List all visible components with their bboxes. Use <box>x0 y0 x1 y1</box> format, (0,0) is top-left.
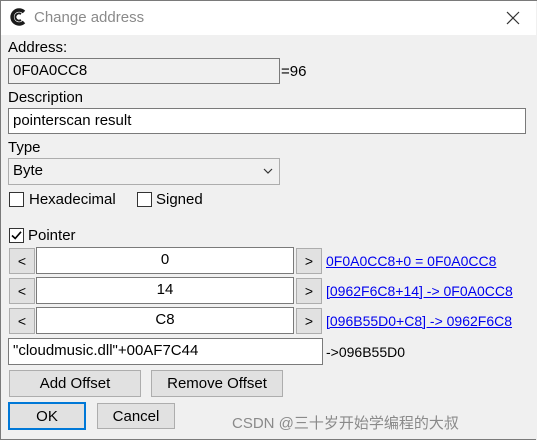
checkmark-icon <box>11 231 22 240</box>
offset-result-link[interactable]: [0962F6C8+14] -> 0F0A0CC8 <box>326 283 513 299</box>
cheat-engine-icon <box>10 8 26 26</box>
close-icon <box>506 11 520 25</box>
offset-decrement-button[interactable]: < <box>9 248 35 274</box>
address-result: =96 <box>281 63 307 80</box>
cancel-button[interactable]: Cancel <box>97 403 175 429</box>
csdn-watermark: CSDN @三十岁开始学编程的大叔 <box>232 415 459 432</box>
offset-input[interactable]: C8 <box>36 307 294 334</box>
base-address-result: ->096B55D0 <box>326 344 406 360</box>
signed-checkbox[interactable] <box>137 192 152 207</box>
pointer-label: Pointer <box>28 227 76 244</box>
signed-label: Signed <box>156 191 203 208</box>
hexadecimal-checkbox[interactable] <box>9 192 24 207</box>
remove-offset-button[interactable]: Remove Offset <box>151 370 283 397</box>
add-offset-button[interactable]: Add Offset <box>9 370 141 397</box>
offset-input[interactable]: 0 <box>36 247 294 274</box>
offset-result-link[interactable]: 0F0A0CC8+0 = 0F0A0CC8 <box>326 253 496 269</box>
offset-result-link[interactable]: [096B55D0+C8] -> 0962F6C8 <box>326 313 512 329</box>
offset-increment-button[interactable]: > <box>296 278 322 304</box>
offset-input[interactable]: 14 <box>36 277 294 304</box>
base-address-input[interactable]: "cloudmusic.dll"+00AF7C44 <box>8 338 323 365</box>
chevron-down-icon <box>263 168 273 174</box>
address-label: Address: <box>8 39 68 56</box>
title-bar: Change address <box>1 1 536 35</box>
type-label: Type <box>8 139 41 156</box>
close-button[interactable] <box>490 1 536 35</box>
offset-increment-button[interactable]: > <box>296 248 322 274</box>
description-label: Description <box>8 89 84 106</box>
offset-decrement-button[interactable]: < <box>9 278 35 304</box>
address-input[interactable]: 0F0A0CC8 <box>8 58 280 84</box>
type-selected-value: Byte <box>13 162 44 179</box>
offset-decrement-button[interactable]: < <box>9 308 35 334</box>
description-input[interactable]: pointerscan result <box>8 108 526 134</box>
change-address-dialog: Change address Address: 0F0A0CC8 =96 Des… <box>0 0 537 440</box>
ok-button[interactable]: OK <box>8 402 86 430</box>
offset-increment-button[interactable]: > <box>296 308 322 334</box>
window-title: Change address <box>34 9 145 26</box>
hexadecimal-label: Hexadecimal <box>29 191 116 208</box>
type-select[interactable]: Byte <box>8 158 280 185</box>
pointer-checkbox[interactable] <box>9 228 24 243</box>
